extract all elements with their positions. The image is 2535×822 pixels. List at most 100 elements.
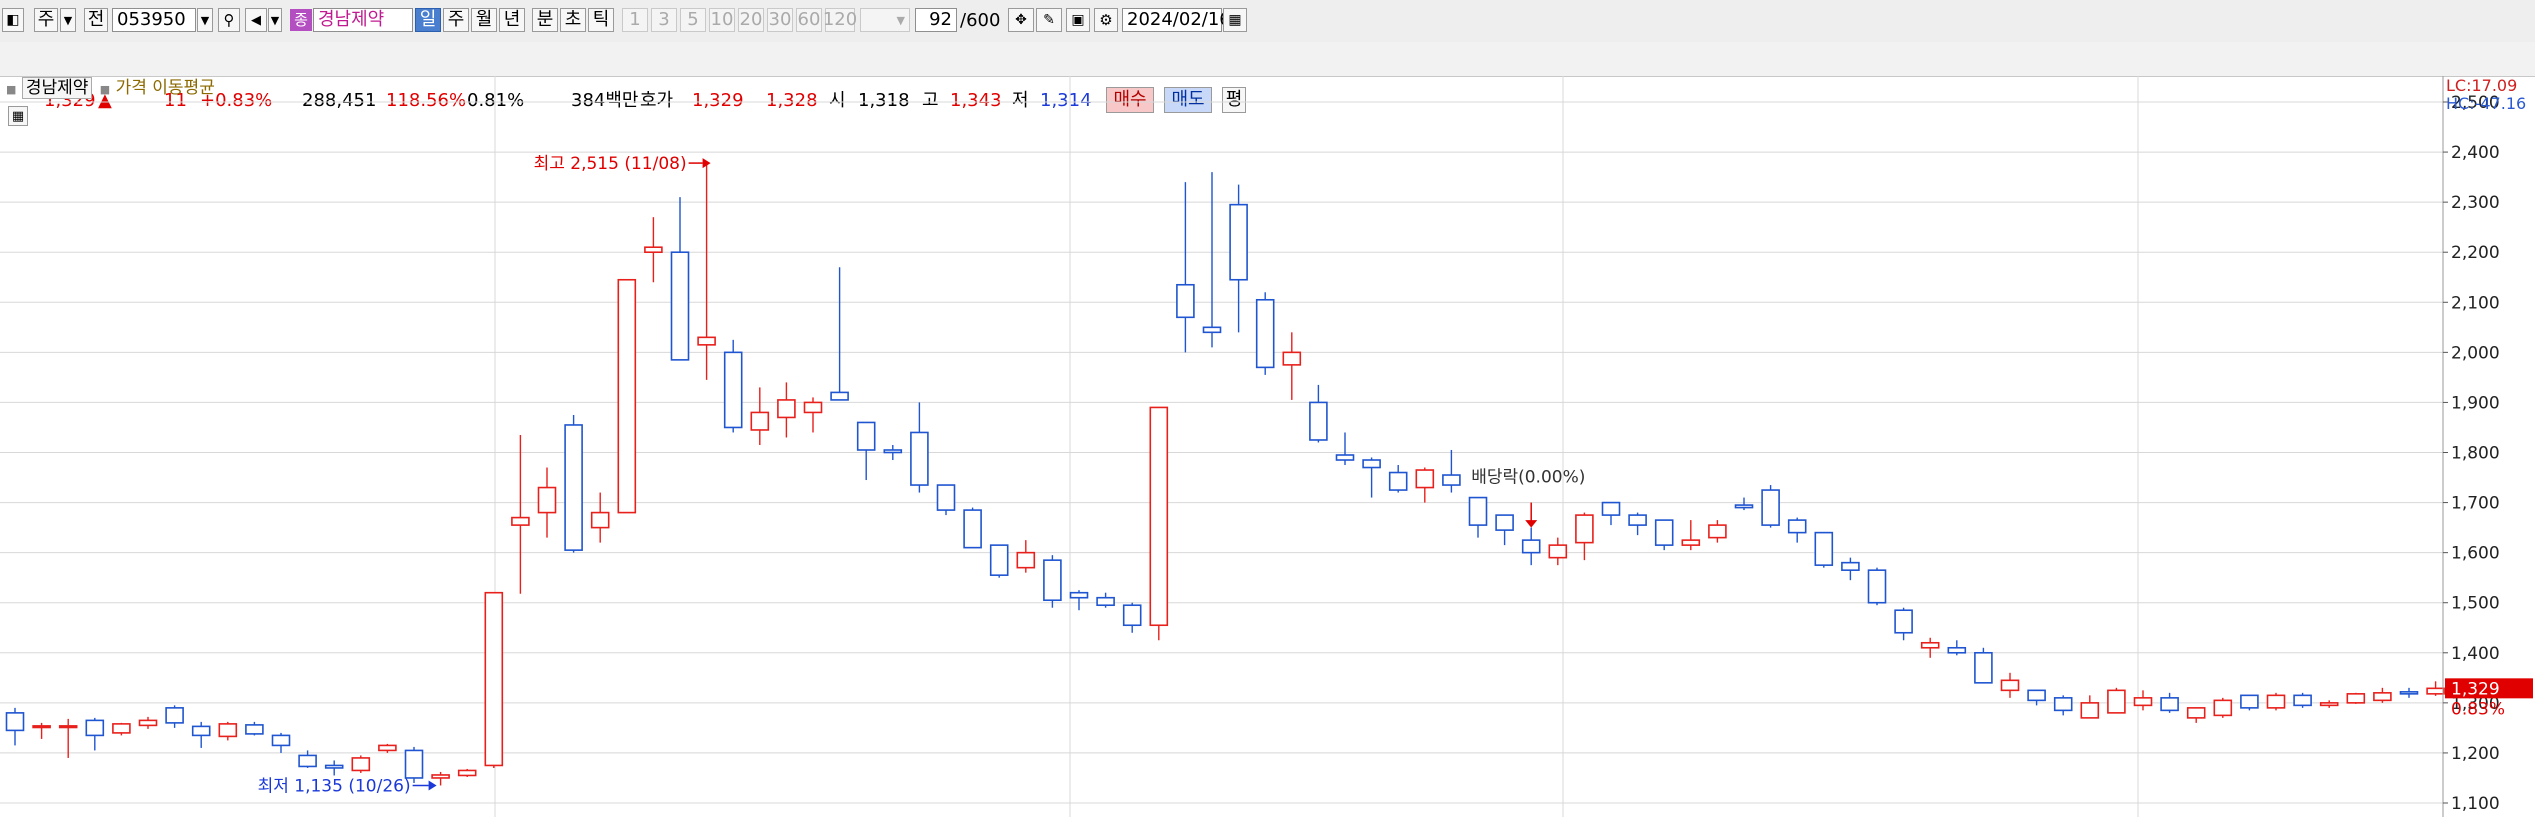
stock-code-input[interactable]: 053950 xyxy=(112,8,196,32)
candle xyxy=(138,716,158,729)
candle xyxy=(1841,557,1860,581)
candle xyxy=(1734,497,1754,511)
candle-body xyxy=(191,725,211,737)
candle-body xyxy=(2053,697,2073,712)
candle xyxy=(644,217,663,283)
candle-body xyxy=(404,749,424,779)
candle xyxy=(989,544,1009,578)
sound-dropdown-icon[interactable]: ▼ xyxy=(268,8,282,32)
save-icon[interactable]: ▣ xyxy=(1066,8,1090,32)
candle-body xyxy=(271,734,291,747)
tab-day[interactable]: 일 xyxy=(415,8,441,32)
y-tick-label: 1,200 xyxy=(2451,744,2500,764)
candle-body xyxy=(378,744,397,752)
legend: ■ 경남제약 ■ 가격 이동평균 xyxy=(6,77,215,99)
calendar-icon[interactable]: ▦ xyxy=(1223,8,1247,32)
current-pct-label: 0.83% xyxy=(2451,699,2505,719)
candle xyxy=(1335,432,1355,466)
candle-body xyxy=(1787,519,1807,534)
candle-body xyxy=(697,336,716,346)
interval-30[interactable]: 30 xyxy=(767,8,793,32)
interval-10[interactable]: 10 xyxy=(709,8,735,32)
sound-icon[interactable]: ◀ xyxy=(245,8,267,32)
candle xyxy=(697,162,716,380)
interval-60[interactable]: 60 xyxy=(796,8,822,32)
candle-body xyxy=(936,484,956,511)
tab-tick[interactable]: 틱 xyxy=(588,8,614,32)
candle xyxy=(484,591,504,768)
candle xyxy=(1814,531,1834,568)
candle xyxy=(2399,687,2419,698)
prev-button[interactable]: 전 xyxy=(84,8,108,32)
interval-1[interactable]: 1 xyxy=(622,8,648,32)
tab-week[interactable]: 주 xyxy=(443,8,469,32)
code-dropdown-icon[interactable]: ▼ xyxy=(197,8,213,32)
legend-ma-label[interactable]: 가격 이동평균 xyxy=(116,78,215,98)
candle-body xyxy=(1043,559,1062,602)
interval-120[interactable]: 120 xyxy=(823,8,857,32)
candle-body xyxy=(2213,699,2233,717)
candle-body xyxy=(777,399,796,419)
window-icon[interactable]: ◧ xyxy=(2,8,24,32)
count-input[interactable]: 92 xyxy=(915,8,957,32)
candle xyxy=(2240,694,2259,711)
candle-body xyxy=(1255,298,1275,369)
candle-body xyxy=(298,754,317,768)
legend-stock-name[interactable]: 경남제약 xyxy=(21,77,93,99)
y-tick-label: 1,700 xyxy=(2451,494,2500,514)
tab-month[interactable]: 월 xyxy=(471,8,497,32)
stock-type-button[interactable]: 주 xyxy=(34,8,58,32)
crosshair-icon[interactable]: ✥ xyxy=(1008,8,1034,32)
interval-5[interactable]: 5 xyxy=(680,8,706,32)
candle-body xyxy=(1495,514,1514,531)
tab-second[interactable]: 초 xyxy=(560,8,586,32)
gear-icon[interactable]: ⚙ xyxy=(1094,8,1118,32)
candle-body xyxy=(1335,454,1355,461)
candle-body xyxy=(1229,203,1248,281)
candle xyxy=(1016,540,1036,573)
candle-body xyxy=(324,764,344,769)
candle-body xyxy=(1415,469,1435,489)
candle-body xyxy=(218,723,238,738)
candle-body xyxy=(910,431,929,486)
price-chart[interactable]: 1,100 1,200 1,300 1,400 1,500 1,600 1,700 1,800… xyxy=(0,76,2535,817)
candle xyxy=(2160,692,2179,713)
candle-body xyxy=(2293,694,2312,707)
stock-name-field[interactable]: 경남제약 xyxy=(313,8,413,32)
y-tick-label: 2,400 xyxy=(2451,143,2500,163)
candle-body xyxy=(2346,693,2366,704)
candle xyxy=(2373,687,2392,703)
candle-body xyxy=(989,544,1009,576)
quote-bar: 1,329 ▲ 11 +0.83% 288,451 118.56% 0.81% … xyxy=(0,42,2535,113)
tab-minute[interactable]: 분 xyxy=(532,8,558,32)
candle xyxy=(1495,514,1514,546)
date-input[interactable]: 2024/02/16 xyxy=(1122,8,1231,32)
candle xyxy=(112,722,131,736)
search-icon[interactable]: ⚲ xyxy=(218,8,240,32)
candle xyxy=(1947,640,1967,656)
chevron-down-icon[interactable]: ▼ xyxy=(60,8,76,32)
candle xyxy=(2213,697,2233,718)
tab-year[interactable]: 년 xyxy=(499,8,525,32)
candle xyxy=(271,732,291,753)
interval-20[interactable]: 20 xyxy=(738,8,764,32)
candle-body xyxy=(830,391,849,401)
candle-body xyxy=(1920,641,1940,649)
line-tool-icon[interactable]: ✎ xyxy=(1036,8,1062,32)
candle xyxy=(1468,496,1488,538)
stock-badge: 종 xyxy=(290,9,312,31)
y-tick-label: 1,600 xyxy=(2451,544,2500,564)
grid-toggle-icon[interactable]: ▦ xyxy=(8,106,28,126)
candle-body xyxy=(1096,596,1115,607)
candle xyxy=(1362,457,1381,498)
candle xyxy=(457,768,477,777)
candle xyxy=(378,743,397,753)
candle xyxy=(1974,647,1993,684)
candle-body xyxy=(1388,471,1408,491)
interval-dropdown[interactable]: ▼ xyxy=(860,8,910,32)
candle-body xyxy=(245,724,264,735)
candle-body xyxy=(963,509,982,549)
interval-3[interactable]: 3 xyxy=(651,8,677,32)
candle xyxy=(1521,527,1541,566)
candle xyxy=(165,705,184,728)
